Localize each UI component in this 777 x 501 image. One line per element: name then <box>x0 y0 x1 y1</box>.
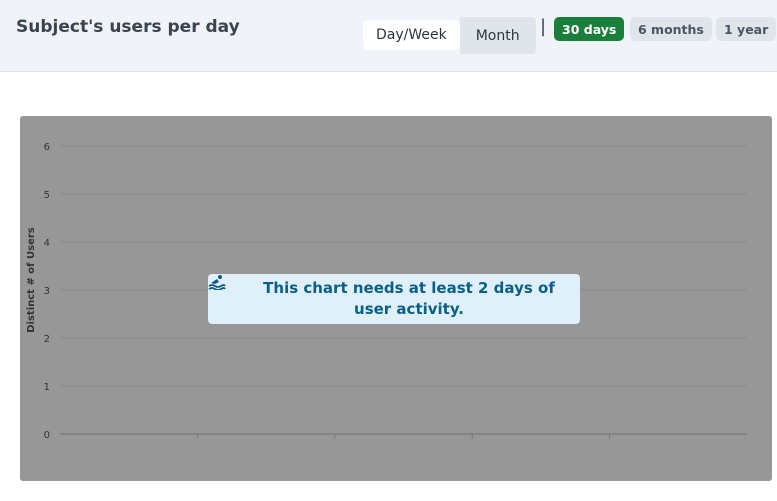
notice-text: This chart needs at least 2 days of user… <box>263 279 555 318</box>
range-6-months-button[interactable]: 6 months <box>630 17 712 41</box>
y-tick-label: 3 <box>44 286 50 297</box>
tab-day-week[interactable]: Day/Week <box>363 20 460 50</box>
y-tick-label: 1 <box>44 382 50 393</box>
granularity-toggle: Day/Week Month <box>363 17 536 54</box>
y-tick-label: 2 <box>44 334 50 345</box>
insufficient-data-notice: This chart needs at least 2 days of user… <box>208 274 580 324</box>
y-tick-label: 5 <box>44 190 50 201</box>
y-tick-label: 6 <box>44 142 50 153</box>
chart-header: Subject's users per day Day/Week Month |… <box>0 0 777 72</box>
y-tick-label: 4 <box>44 238 50 249</box>
range-30-days-button[interactable]: 30 days <box>554 17 625 41</box>
tab-month[interactable]: Month <box>459 17 536 54</box>
users-chart: 0 1 2 3 4 5 6 Distinct # of Users This chart ne… <box>20 116 772 481</box>
range-1-year-button[interactable]: 1 year <box>716 17 777 41</box>
y-tick-label: 0 <box>44 430 50 441</box>
y-axis-label: Distinct # of Users <box>26 227 37 333</box>
chart-title: Subject's users per day <box>16 17 240 37</box>
separator: | <box>540 16 547 37</box>
